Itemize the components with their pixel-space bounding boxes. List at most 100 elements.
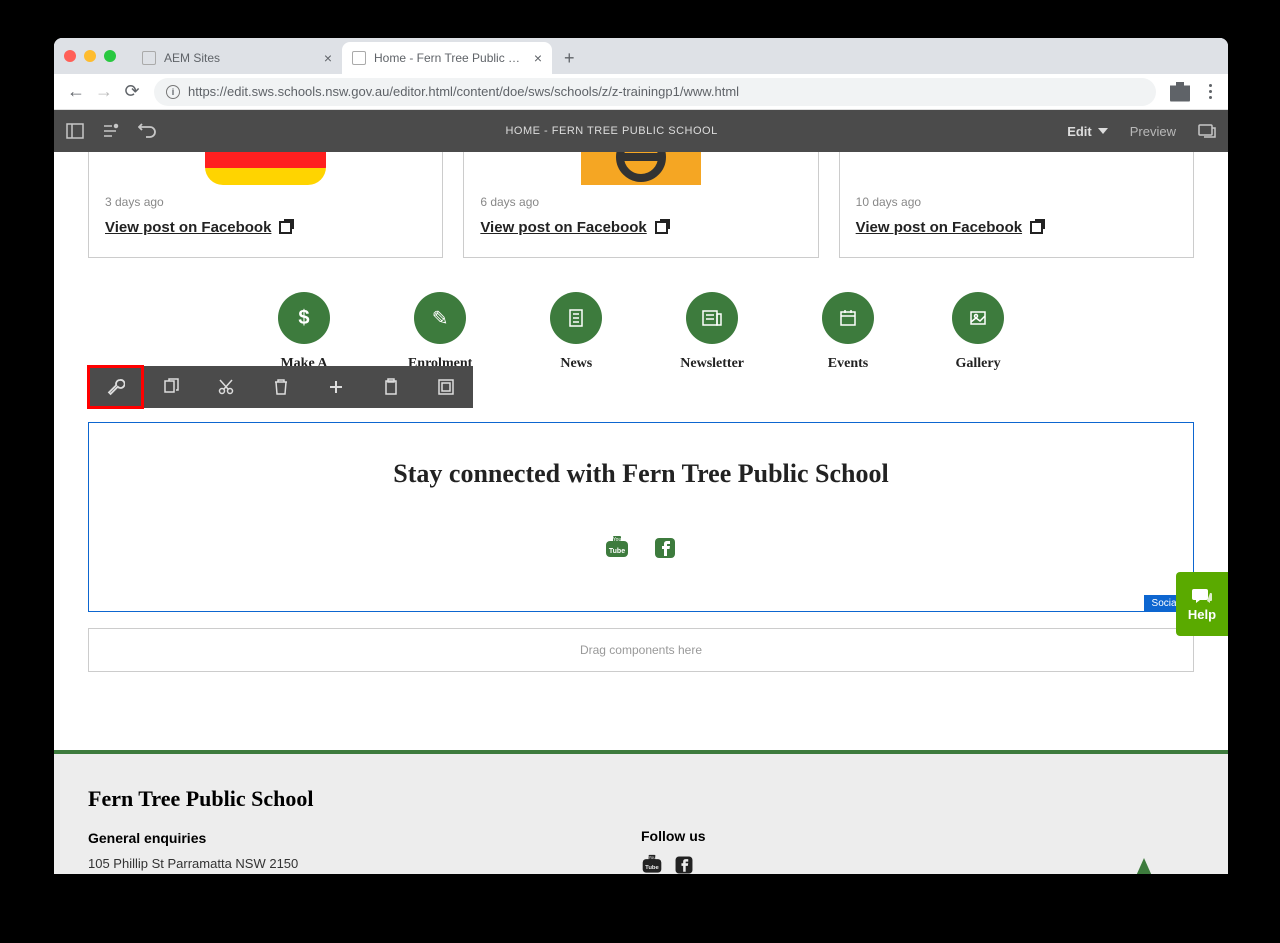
image-icon xyxy=(968,308,988,328)
paste-button[interactable] xyxy=(363,366,418,408)
side-panel-toggle-icon[interactable] xyxy=(66,122,84,140)
feed-card[interactable]: 10 days ago View post on Facebook xyxy=(839,152,1194,258)
mode-label: Edit xyxy=(1067,124,1092,139)
aem-editor-toolbar: HOME - FERN TREE PUBLIC SCHOOL Edit Prev… xyxy=(54,110,1228,152)
configure-button[interactable] xyxy=(88,366,143,408)
external-link-icon xyxy=(279,221,292,234)
mode-selector[interactable]: Edit xyxy=(1067,124,1108,139)
help-button[interactable]: Help xyxy=(1176,572,1228,636)
quick-link-payment[interactable]: $ Make A xyxy=(278,292,330,372)
card-image xyxy=(205,152,326,185)
copy-icon xyxy=(162,378,180,396)
tab-title: Home - Fern Tree Public Schoo xyxy=(374,51,528,65)
facebook-icon[interactable] xyxy=(652,535,678,561)
delete-icon xyxy=(273,378,289,396)
extension-icon[interactable] xyxy=(1170,82,1190,102)
tab-title: AEM Sites xyxy=(164,51,318,65)
browser-tab[interactable]: Home - Fern Tree Public Schoo × xyxy=(342,42,552,74)
new-tab-button[interactable]: + xyxy=(552,42,587,74)
view-post-link[interactable]: View post on Facebook xyxy=(480,219,667,236)
chat-icon xyxy=(1191,587,1213,607)
card-date: 6 days ago xyxy=(480,195,801,209)
youtube-icon[interactable]: Tube You xyxy=(604,535,630,561)
page-info-icon[interactable] xyxy=(102,122,120,140)
insert-button[interactable] xyxy=(308,366,363,408)
copy-button[interactable] xyxy=(143,366,198,408)
parent-icon xyxy=(437,378,455,396)
pencil-icon: ✎ xyxy=(432,306,449,331)
site-info-icon[interactable]: i xyxy=(166,85,180,99)
quick-links-row: $ Make A ✎ Enrolment News Newsletter Eve… xyxy=(54,292,1228,372)
youtube-icon[interactable]: Tube You xyxy=(641,854,663,874)
undo-icon[interactable] xyxy=(138,122,156,140)
feed-card[interactable]: 3 days ago View post on Facebook xyxy=(88,152,443,258)
component-drop-zone[interactable]: Drag components here xyxy=(88,628,1194,672)
wrench-icon xyxy=(107,378,125,396)
insert-icon xyxy=(327,378,345,396)
page-content: 3 days ago View post on Facebook 6 days … xyxy=(54,152,1228,874)
browser-tab[interactable]: AEM Sites × xyxy=(132,42,342,74)
card-image xyxy=(840,152,1193,185)
browser-address-bar: ← → ⟳ i https://edit.sws.schools.nsw.gov… xyxy=(54,74,1228,110)
footer-address: 105 Phillip St Parramatta NSW 2150 xyxy=(88,856,641,871)
delete-button[interactable] xyxy=(253,366,308,408)
minimize-window-button[interactable] xyxy=(84,50,96,62)
cut-button[interactable] xyxy=(198,366,253,408)
footer-school-name: Fern Tree Public School xyxy=(88,786,641,812)
window-controls xyxy=(64,50,116,62)
view-post-link[interactable]: View post on Facebook xyxy=(856,219,1043,236)
quick-link-events[interactable]: Events xyxy=(822,292,874,372)
svg-text:You: You xyxy=(613,537,622,543)
facebook-icon[interactable] xyxy=(673,854,695,874)
page-icon xyxy=(142,51,156,65)
annotate-icon[interactable] xyxy=(1198,122,1216,140)
browser-window: AEM Sites × Home - Fern Tree Public Scho… xyxy=(54,38,1228,874)
help-label: Help xyxy=(1188,607,1216,622)
follow-heading: Follow us xyxy=(641,828,1194,844)
reload-button[interactable]: ⟳ xyxy=(118,78,146,106)
enquiries-heading: General enquiries xyxy=(88,830,641,846)
paste-icon xyxy=(383,378,399,396)
view-post-link[interactable]: View post on Facebook xyxy=(105,219,292,236)
page-title: HOME - FERN TREE PUBLIC SCHOOL xyxy=(156,125,1067,137)
url-text: https://edit.sws.schools.nsw.gov.au/edit… xyxy=(188,84,739,99)
browser-menu-button[interactable] xyxy=(1200,84,1220,99)
svg-text:You: You xyxy=(648,855,656,860)
drop-placeholder: Drag components here xyxy=(580,643,702,657)
chevron-down-icon xyxy=(1098,128,1108,134)
parent-button[interactable] xyxy=(418,366,473,408)
newspaper-icon xyxy=(701,308,723,328)
browser-tab-bar: AEM Sites × Home - Fern Tree Public Scho… xyxy=(54,38,1228,74)
external-link-icon xyxy=(655,221,668,234)
social-icons-row: Tube You xyxy=(89,535,1193,561)
forward-button[interactable]: → xyxy=(90,78,118,106)
back-button[interactable]: ← xyxy=(62,78,90,106)
page-icon xyxy=(566,308,586,328)
stay-connected-heading: Stay connected with Fern Tree Public Sch… xyxy=(89,459,1193,489)
quick-link-news[interactable]: News xyxy=(550,292,602,372)
external-link-icon xyxy=(1030,221,1043,234)
card-image xyxy=(581,152,701,185)
facebook-feed-cards: 3 days ago View post on Facebook 6 days … xyxy=(54,152,1228,258)
close-tab-icon[interactable]: × xyxy=(534,50,542,66)
close-window-button[interactable] xyxy=(64,50,76,62)
url-input[interactable]: i https://edit.sws.schools.nsw.gov.au/ed… xyxy=(154,78,1156,106)
cut-icon xyxy=(217,378,235,396)
preview-button[interactable]: Preview xyxy=(1130,124,1176,139)
school-logo xyxy=(1094,850,1194,874)
dollar-icon: $ xyxy=(298,307,309,330)
page-icon xyxy=(352,51,366,65)
card-date: 10 days ago xyxy=(856,195,1177,209)
quick-link-gallery[interactable]: Gallery xyxy=(952,292,1004,372)
svg-text:Tube: Tube xyxy=(645,865,659,871)
close-tab-icon[interactable]: × xyxy=(324,50,332,66)
calendar-icon xyxy=(838,308,858,328)
social-links-component[interactable]: Stay connected with Fern Tree Public Sch… xyxy=(88,422,1194,612)
svg-text:Tube: Tube xyxy=(609,548,625,555)
quick-link-newsletter[interactable]: Newsletter xyxy=(680,292,744,372)
feed-card[interactable]: 6 days ago View post on Facebook xyxy=(463,152,818,258)
page-footer: Fern Tree Public School General enquirie… xyxy=(54,754,1228,874)
maximize-window-button[interactable] xyxy=(104,50,116,62)
card-date: 3 days ago xyxy=(105,195,426,209)
quick-link-enrolment[interactable]: ✎ Enrolment xyxy=(408,292,472,372)
